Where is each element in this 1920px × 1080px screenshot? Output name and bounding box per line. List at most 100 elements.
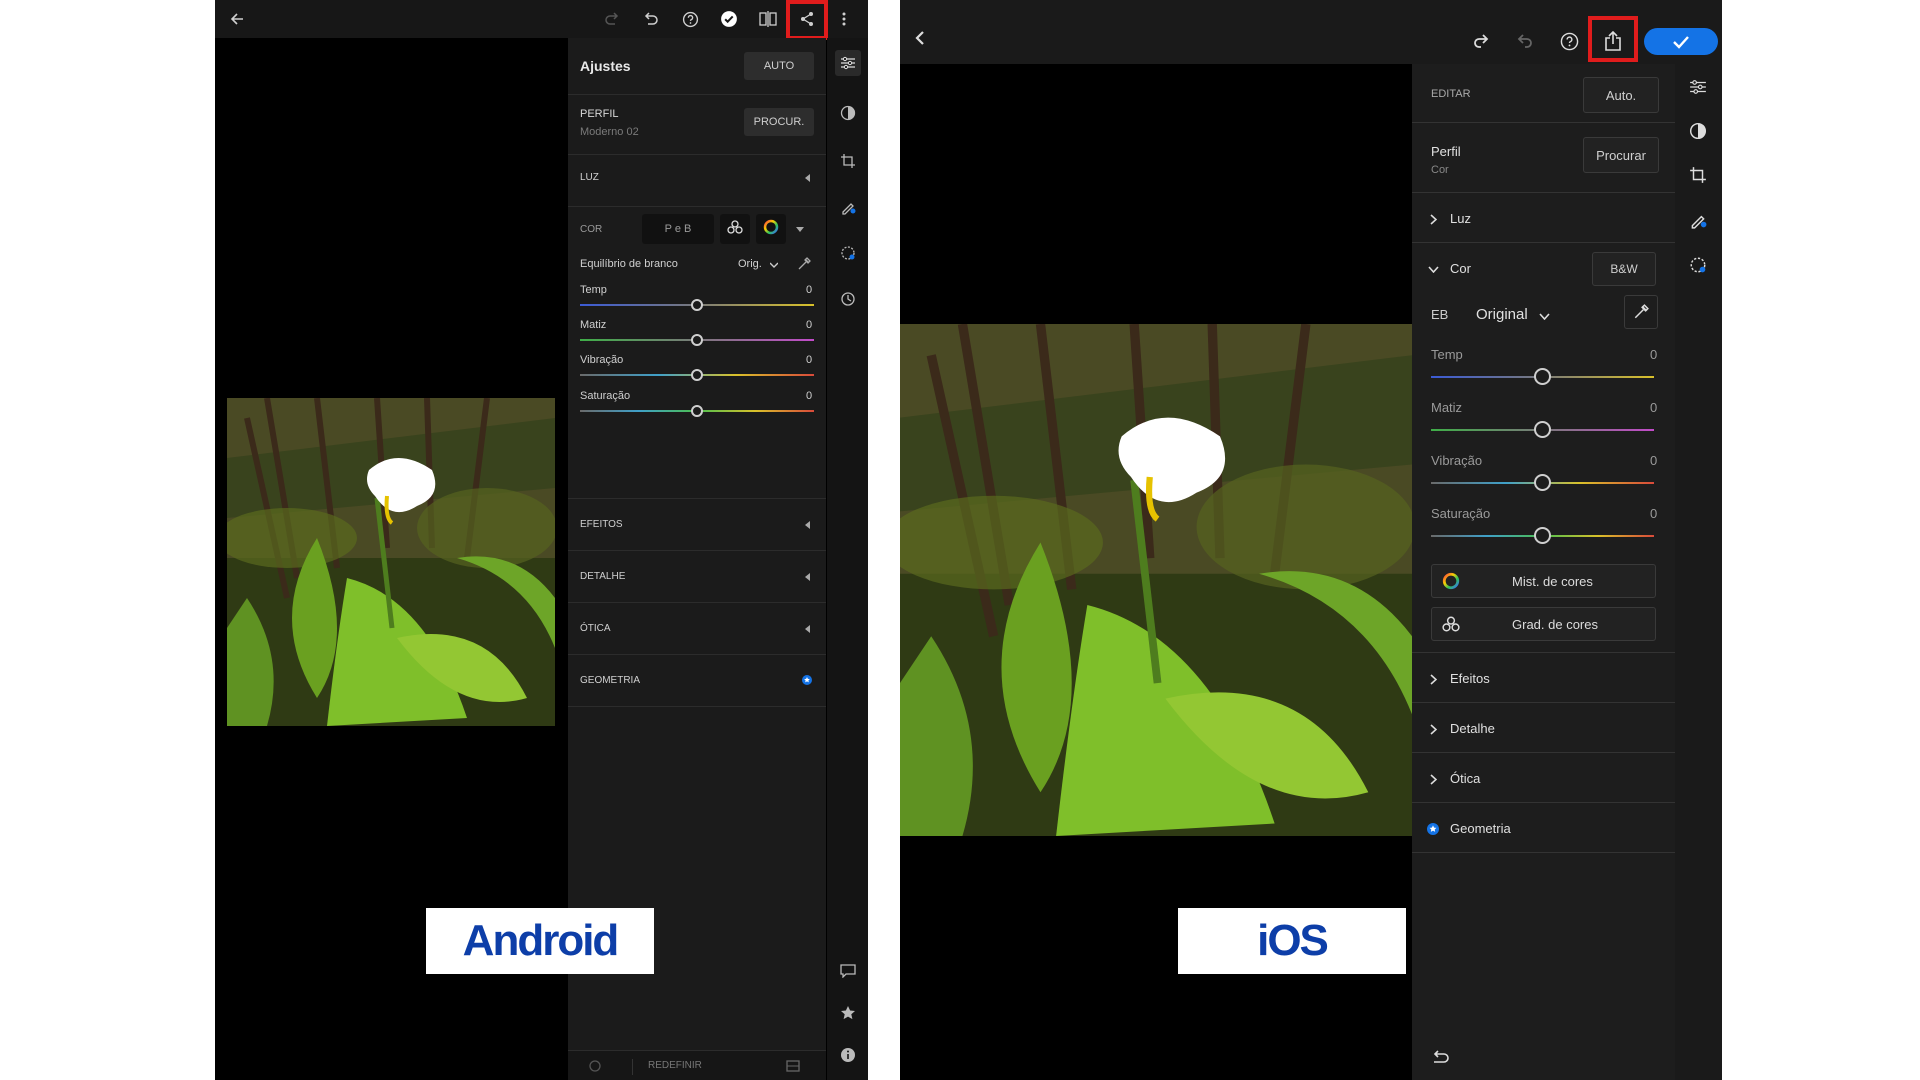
premium-badge-icon <box>1426 822 1440 836</box>
ios-tool-rail <box>1675 64 1722 1080</box>
color-grading-button[interactable]: Grad. de cores <box>1431 607 1656 641</box>
android-photo <box>227 398 555 726</box>
eyedropper-icon[interactable] <box>1624 295 1658 329</box>
compare-icon[interactable] <box>756 7 780 31</box>
masking-icon[interactable] <box>1685 252 1711 278</box>
chevron-down-icon[interactable] <box>1426 262 1440 276</box>
before-after-icon[interactable] <box>784 1057 802 1075</box>
presets-icon[interactable] <box>835 100 861 126</box>
section-otica[interactable]: ÓTICA <box>580 623 611 634</box>
color-mix-label: Mist. de cores <box>1512 573 1593 589</box>
help-icon[interactable] <box>678 7 702 31</box>
color-wheel-icon <box>1442 572 1460 590</box>
color-grading-icon <box>1442 616 1460 632</box>
profile-label: Perfil <box>1431 144 1461 159</box>
slider-knob[interactable] <box>1534 421 1551 438</box>
redo-icon[interactable] <box>600 7 624 31</box>
undo-icon[interactable] <box>639 7 663 31</box>
edit-label: EDITAR <box>1431 88 1471 100</box>
arrow-left-icon[interactable] <box>225 7 249 31</box>
reset-icon[interactable] <box>1430 1046 1452 1068</box>
chevron-right-icon[interactable] <box>1426 212 1440 226</box>
bw-button[interactable]: P e B <box>642 214 714 244</box>
white-balance-dropdown[interactable]: Original <box>1476 306 1528 323</box>
auto-button[interactable]: Auto. <box>1583 77 1659 113</box>
slider-label: Matiz <box>1431 400 1463 415</box>
chevron-left-icon[interactable] <box>802 623 814 635</box>
slider-knob[interactable] <box>1534 527 1551 544</box>
star-icon[interactable] <box>835 1000 861 1026</box>
slider-knob[interactable] <box>1534 368 1551 385</box>
masking-icon[interactable] <box>835 240 861 266</box>
reset-button[interactable]: REDEFINIR <box>648 1060 702 1071</box>
redo-icon[interactable] <box>1468 28 1494 54</box>
section-efeitos[interactable]: EFEITOS <box>580 519 623 530</box>
color-grading-button[interactable] <box>720 214 750 244</box>
heal-icon[interactable] <box>835 194 861 220</box>
chevron-left-icon[interactable] <box>802 172 814 184</box>
arrow-left-icon[interactable] <box>908 26 932 50</box>
share-highlight-box <box>786 0 828 40</box>
chevron-down-icon[interactable] <box>794 224 806 236</box>
bw-button[interactable]: B&W <box>1592 252 1656 286</box>
section-cor[interactable]: Cor <box>1450 261 1471 276</box>
chevron-left-icon[interactable] <box>802 519 814 531</box>
profile-value: Cor <box>1431 164 1449 176</box>
comment-icon[interactable] <box>835 958 861 984</box>
section-geometria[interactable]: GEOMETRIA <box>580 675 640 686</box>
slider-knob[interactable] <box>691 369 703 381</box>
color-mix-button[interactable] <box>756 214 786 244</box>
section-detalhe[interactable]: Detalhe <box>1450 721 1495 736</box>
chevron-down-icon[interactable] <box>1537 310 1551 322</box>
android-caption: Android <box>426 908 654 974</box>
more-vertical-icon[interactable] <box>832 7 856 31</box>
slider-value: 0 <box>1650 453 1658 468</box>
section-luz[interactable]: LUZ <box>580 172 599 183</box>
undo-icon[interactable] <box>1512 28 1538 54</box>
browse-button[interactable]: Procurar <box>1583 137 1659 173</box>
sliders-icon[interactable] <box>835 50 861 76</box>
section-detalhe[interactable]: DETALHE <box>580 571 625 582</box>
slider-label: Saturação <box>1431 506 1491 521</box>
checkmark-icon[interactable] <box>717 7 741 31</box>
eyedropper-icon[interactable] <box>796 256 812 272</box>
section-luz[interactable]: Luz <box>1450 211 1471 226</box>
presets-toggle-icon[interactable] <box>586 1057 604 1075</box>
slider-label: Matiz <box>580 319 607 331</box>
chevron-right-icon[interactable] <box>1426 722 1440 736</box>
crop-icon[interactable] <box>835 148 861 174</box>
slider-knob[interactable] <box>691 405 703 417</box>
history-icon[interactable] <box>835 286 861 312</box>
section-otica[interactable]: Ótica <box>1450 771 1480 786</box>
slider-label: Vibração <box>580 354 624 366</box>
help-icon[interactable] <box>1556 28 1582 54</box>
slider-knob[interactable] <box>691 299 703 311</box>
chevron-down-icon[interactable] <box>769 260 779 270</box>
ios-screen: EDITAR Auto. Perfil Cor Procurar Luz Cor… <box>900 0 1722 1080</box>
slider-knob[interactable] <box>691 334 703 346</box>
slider-label: Temp <box>580 284 607 296</box>
checkmark-icon[interactable] <box>1644 28 1718 55</box>
ios-photo <box>900 324 1412 836</box>
heal-icon[interactable] <box>1685 207 1711 233</box>
section-cor[interactable]: COR <box>580 224 602 235</box>
color-mix-button[interactable]: Mist. de cores <box>1431 564 1656 598</box>
presets-icon[interactable] <box>1685 118 1711 144</box>
sliders-icon[interactable] <box>1685 74 1711 100</box>
white-balance-label: Equilíbrio de branco <box>580 258 678 270</box>
section-geometria[interactable]: Geometria <box>1450 821 1511 836</box>
share-highlight-box <box>1588 16 1638 62</box>
section-efeitos[interactable]: Efeitos <box>1450 671 1490 686</box>
crop-icon[interactable] <box>1685 162 1711 188</box>
browse-button[interactable]: PROCUR. <box>744 108 814 136</box>
chevron-right-icon[interactable] <box>1426 772 1440 786</box>
slider-label: Vibração <box>1431 453 1483 468</box>
android-bottom-bar: REDEFINIR <box>568 1050 826 1080</box>
slider-value: 0 <box>1650 506 1658 521</box>
chevron-right-icon[interactable] <box>1426 672 1440 686</box>
slider-knob[interactable] <box>1534 474 1551 491</box>
auto-button[interactable]: AUTO <box>744 52 814 80</box>
white-balance-dropdown[interactable]: Orig. <box>738 258 762 270</box>
info-icon[interactable] <box>835 1042 861 1068</box>
chevron-left-icon[interactable] <box>802 571 814 583</box>
